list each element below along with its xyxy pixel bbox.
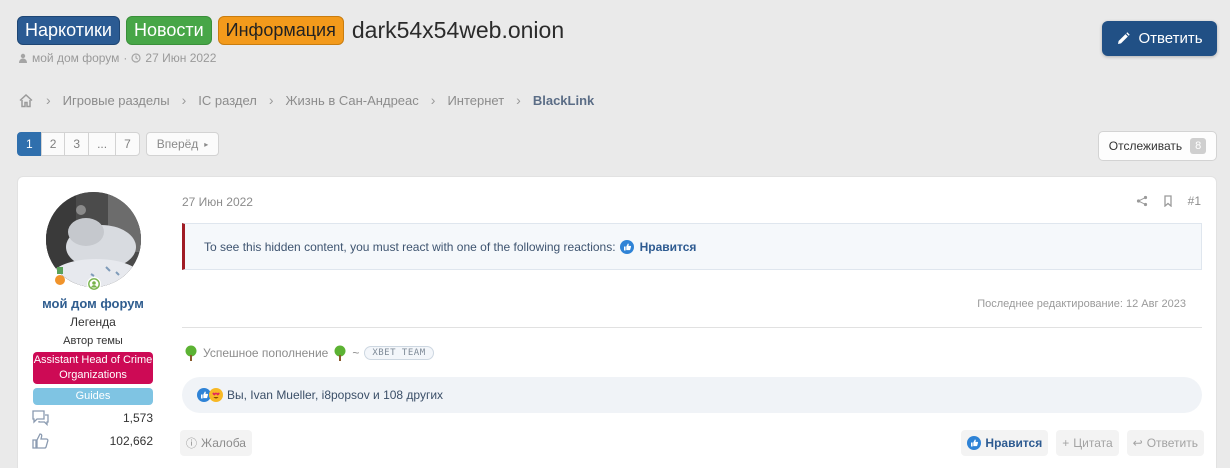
reactions-bar[interactable]: Вы, Ivan Mueller, i8popsov и 108 других (182, 377, 1202, 413)
breadcrumb-item[interactable]: IC раздел (198, 93, 257, 108)
signature-tilde: ~ (352, 346, 360, 360)
reply-button-label: Ответить (1138, 30, 1203, 47)
thread-meta: мой дом форум · 27 Июн 2022 (18, 51, 216, 65)
caret-right-icon: ▸ (204, 139, 209, 149)
user-banner-role: Assistant Head of Crime Organizations (33, 352, 153, 384)
thread-author[interactable]: мой дом форум (32, 51, 119, 65)
plus-icon: + (1062, 436, 1070, 450)
hidden-content-notice: To see this hidden content, you must rea… (182, 223, 1202, 270)
tree-icon (334, 345, 346, 361)
thread-date[interactable]: 27 Июн 2022 (145, 51, 216, 65)
signature: Успешное пополнение ~ XBET TEAM (184, 345, 434, 361)
chevron-right-icon: › (516, 92, 521, 108)
report-icon: ⓘ (186, 438, 197, 450)
report-button[interactable]: ⓘ Жалоба (180, 430, 252, 456)
breadcrumb-item[interactable]: Игровые разделы (63, 93, 170, 108)
post-reply-button[interactable]: ↩ Ответить (1126, 430, 1204, 456)
chevron-right-icon: › (268, 92, 274, 108)
online-status-icon (87, 277, 101, 291)
signature-divider (182, 327, 1202, 328)
chevron-right-icon: › (430, 92, 436, 108)
medal-icon (55, 267, 65, 285)
breadcrumb: › Игровые разделы › IC раздел › Жизнь в … (18, 91, 594, 109)
next-page-label: Вперёд (156, 137, 199, 151)
user-icon (19, 53, 27, 63)
signature-text[interactable]: Успешное пополнение (203, 346, 328, 360)
post-username[interactable]: мой дом форум (18, 296, 168, 311)
post-number[interactable]: #1 (1188, 194, 1201, 208)
home-icon[interactable] (18, 93, 34, 108)
last-edit-note: Последнее редактирование: 12 Авг 2023 (977, 298, 1186, 310)
page-button[interactable]: 1 (17, 132, 42, 156)
thread-title-row: Наркотики Новости Информация dark54x54we… (17, 16, 564, 45)
messages-stat: 1,573 (32, 410, 153, 426)
like-reaction-icon (967, 436, 982, 450)
post-reply-label: Ответить (1146, 436, 1198, 450)
chevron-right-icon: › (46, 92, 51, 108)
breadcrumb-current[interactable]: BlackLink (533, 93, 594, 108)
pencil-icon (1118, 31, 1131, 44)
reactions-count: 102,662 (109, 434, 153, 448)
like-button[interactable]: Нравится (961, 430, 1049, 456)
quote-label: Цитата (1073, 436, 1113, 450)
thread-title: dark54x54web.onion (351, 17, 565, 43)
post-date[interactable]: 27 Июн 2022 (182, 195, 253, 209)
quote-button[interactable]: + Цитата (1056, 430, 1119, 456)
messages-count: 1,573 (122, 411, 153, 425)
page-button[interactable]: 3 (64, 132, 90, 156)
next-page-button[interactable]: Вперёд ▸ (145, 132, 220, 156)
breadcrumb-item[interactable]: Интернет (447, 93, 504, 108)
reply-button[interactable]: Ответить (1102, 21, 1217, 56)
prefix-badge-news[interactable]: Новости (125, 16, 212, 45)
clock-icon (131, 53, 142, 63)
prefix-badge-information[interactable]: Информация (217, 16, 344, 45)
reactions-stat: 102,662 (32, 433, 153, 449)
page-button[interactable]: 2 (40, 132, 66, 156)
reactions-summary[interactable]: Вы, Ivan Mueller, i8popsov и 108 других (227, 388, 443, 402)
user-title: Легенда (70, 315, 116, 329)
thumbs-up-icon (32, 433, 49, 449)
post: мой дом форум Легенда Автор темы Assista… (17, 176, 1217, 468)
report-label: Жалоба (201, 436, 246, 450)
thread-author-label: Автор темы (63, 335, 123, 347)
prefix-badge-narcotics[interactable]: Наркотики (17, 16, 120, 45)
user-banner-guides: Guides (33, 388, 153, 405)
watch-button[interactable]: Отслеживать 8 (1098, 131, 1217, 161)
post-actions: #1 (1136, 194, 1201, 208)
watch-count-badge: 8 (1190, 138, 1207, 154)
pagination: 1 2 3 ... 7 Вперёд ▸ (17, 132, 220, 156)
tree-icon (185, 345, 197, 361)
bookmark-icon[interactable] (1162, 195, 1174, 207)
chevron-right-icon: › (181, 92, 187, 108)
share-icon[interactable] (1136, 195, 1148, 207)
signature-tag[interactable]: XBET TEAM (364, 346, 434, 360)
page-jump-button[interactable]: ... (88, 132, 117, 156)
messages-icon (32, 410, 49, 426)
post-user-column: мой дом форум Легенда Автор темы Assista… (18, 177, 168, 468)
love-reaction-icon (209, 388, 223, 402)
meta-separator: · (123, 51, 128, 65)
watch-label: Отслеживать (1108, 139, 1183, 153)
like-reaction-icon (619, 239, 634, 254)
hidden-content-text: To see this hidden content, you must rea… (204, 239, 616, 254)
required-reaction-label: Нравится (639, 239, 697, 254)
post-content: 27 Июн 2022 #1 To see this hidden conten… (180, 177, 1216, 468)
breadcrumb-item[interactable]: Жизнь в Сан-Андреас (286, 93, 419, 108)
like-label: Нравится (985, 436, 1043, 450)
reply-arrow-icon: ↩ (1132, 436, 1143, 450)
page-button[interactable]: 7 (115, 132, 140, 156)
post-footer-actions: Нравится + Цитата ↩ Ответить (961, 430, 1204, 456)
